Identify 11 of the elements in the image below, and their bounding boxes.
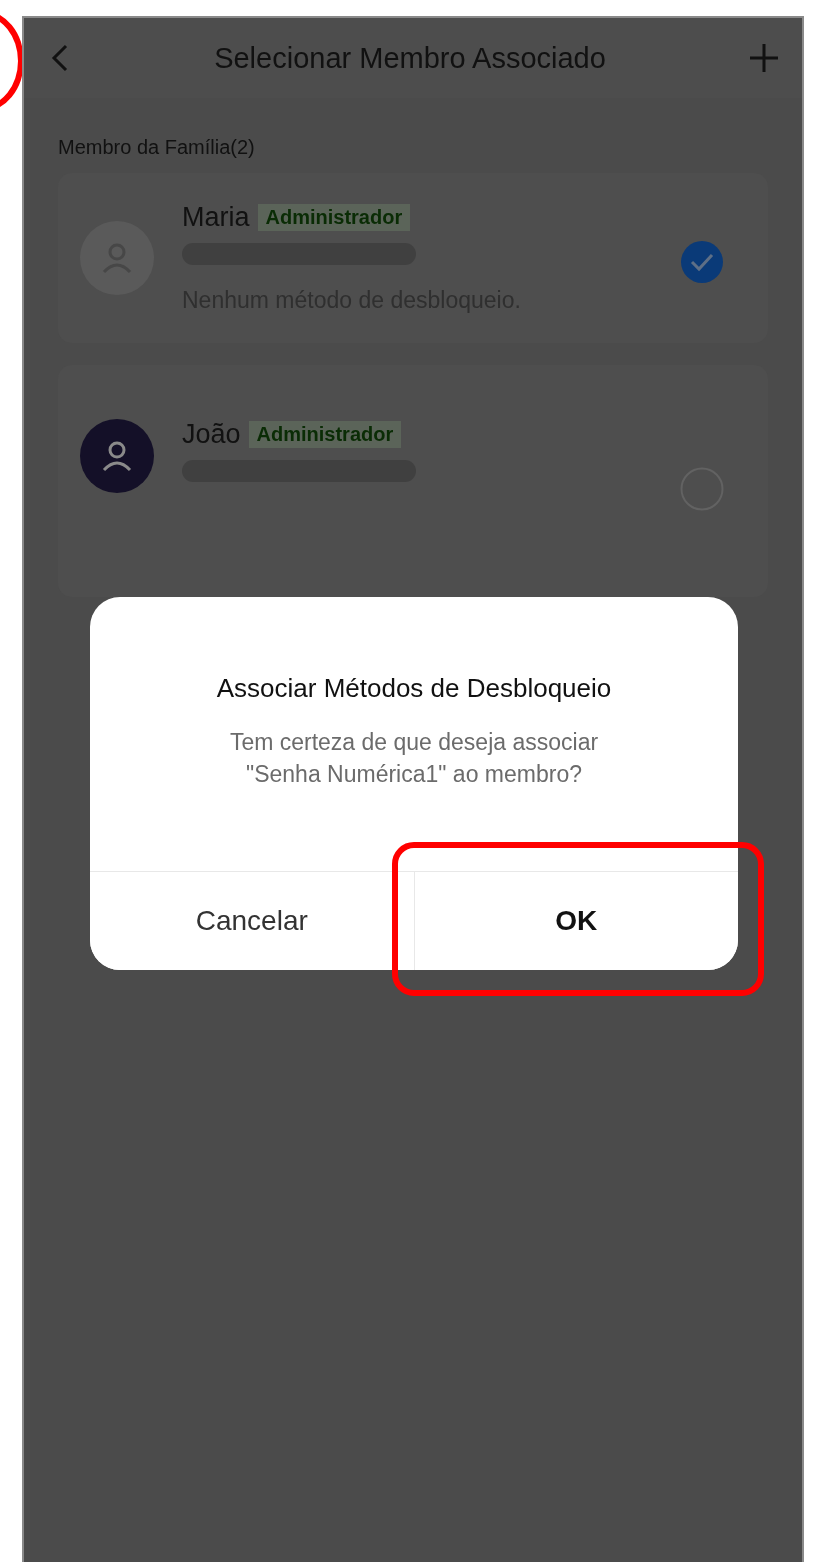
dialog-message: Tem certeza de que deseja associar "Senha Numérica1" ao membro? xyxy=(228,728,600,789)
member-name: Maria xyxy=(182,202,250,233)
role-tag: Administrador xyxy=(257,204,411,231)
role-tag: Administrador xyxy=(248,421,402,448)
ok-button[interactable]: OK xyxy=(413,872,738,970)
screen-title: Selecionar Membro Associado xyxy=(214,41,606,75)
member-name: João xyxy=(182,419,241,450)
section-label: Membro da Família(2) xyxy=(58,136,256,159)
dialog-title: Associar Métodos de Desbloqueio xyxy=(216,673,612,704)
add-icon[interactable] xyxy=(748,42,780,74)
checked-radio[interactable] xyxy=(680,240,724,284)
